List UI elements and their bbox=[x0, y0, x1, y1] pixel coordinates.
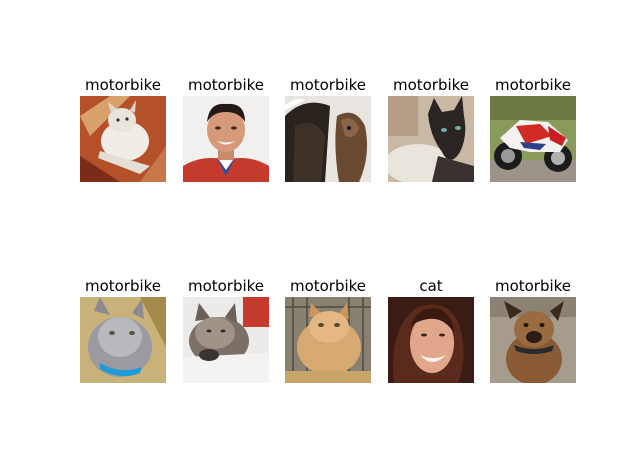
cat-photo-thumbnail bbox=[80, 297, 166, 383]
horse-photo-thumbnail bbox=[285, 96, 371, 182]
motorbike-photo-thumbnail bbox=[490, 96, 576, 182]
cat-photo-thumbnail bbox=[80, 96, 166, 182]
person-photo-thumbnail bbox=[388, 297, 474, 383]
figure-canvas: { "grid": { "rows": [ [ {"label": "motor… bbox=[0, 0, 640, 476]
cat-photo-thumbnail bbox=[388, 96, 474, 182]
cat-photo-thumbnail bbox=[183, 297, 269, 383]
cat-photo-thumbnail bbox=[285, 297, 371, 383]
dog-photo-thumbnail bbox=[490, 297, 576, 383]
image-title: motorbike bbox=[494, 277, 572, 295]
image-title: motorbike bbox=[494, 76, 572, 94]
person-photo-thumbnail bbox=[183, 96, 269, 182]
